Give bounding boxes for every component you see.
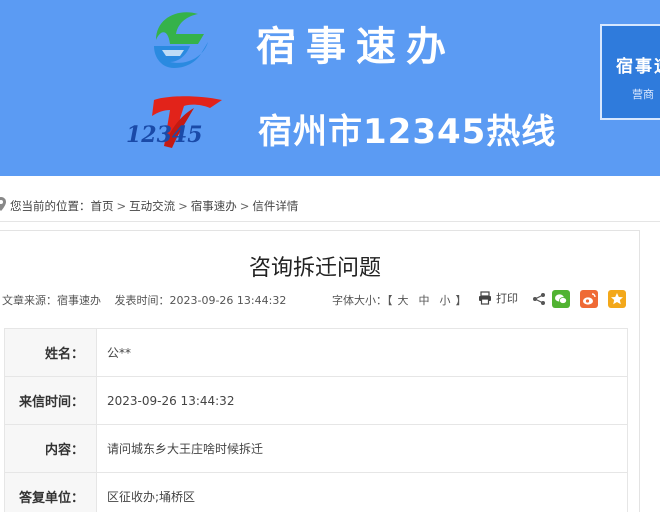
name-value: 公** [96, 328, 628, 377]
breadcrumb-separator: > [239, 199, 250, 213]
breadcrumb-interaction[interactable]: 互动交流 [129, 199, 175, 213]
breadcrumb-separator: > [178, 199, 188, 213]
font-size-control: 字体大小：【大中小】 [332, 292, 467, 308]
suzhou-service-logo-icon [154, 12, 208, 68]
print-label: 打印 [496, 292, 518, 305]
font-size-medium-button[interactable]: 中 [414, 294, 435, 307]
page-title: 咨询拆迁问题 [248, 256, 381, 281]
breadcrumb-quick-service[interactable]: 宿事速办 [191, 199, 237, 213]
letter-time-value: 2023-09-26 13:44:32 [96, 376, 628, 425]
font-size-large-button[interactable]: 大 [393, 294, 414, 307]
location-pin-icon [0, 197, 6, 211]
article-publish-time: 发表时间：2023-09-26 13:44:32 [114, 294, 287, 307]
table-row: 姓名： 公** [4, 328, 628, 377]
banner-subtitle: 宿州市12345热线 [258, 112, 557, 152]
breadcrumb-letter-detail[interactable]: 信件详情 [252, 199, 298, 213]
header-banner: 宿事速办 12345 宿州市12345热线 宿事速 营商 [0, 0, 660, 176]
letter-time-label: 来信时间： [4, 376, 97, 425]
content-label: 内容： [4, 424, 97, 473]
reply-unit-label: 答复单位： [4, 472, 97, 512]
content-value: 请问城东乡大王庄啥时候拆迁 [96, 424, 628, 473]
reply-unit-value: 区征收办;埇桥区 [96, 472, 628, 512]
font-size-bracket-close: 】 [455, 294, 467, 307]
name-label: 姓名： [4, 328, 97, 377]
font-size-label: 字体大小： [332, 294, 387, 307]
breadcrumb-home[interactable]: 首页 [91, 199, 114, 213]
logo-number: 12345 [126, 122, 203, 148]
article-source: 文章来源：宿事速办 [2, 294, 101, 307]
table-row: 内容： 请问城东乡大王庄啥时候拆迁 [4, 424, 628, 473]
breadcrumb-trail: 您当前的位置：首页 > 互动交流 > 宿事速办 > 信件详情 [10, 198, 298, 214]
breadcrumb-separator: > [116, 199, 127, 213]
breadcrumb: 您当前的位置：首页 > 互动交流 > 宿事速办 > 信件详情 [0, 190, 660, 222]
hotline-12345-logo-icon: 12345 [126, 96, 222, 148]
font-size-small-button[interactable]: 小 [435, 294, 456, 307]
favorite-star-icon[interactable] [608, 290, 626, 308]
printer-icon [479, 291, 491, 305]
breadcrumb-prefix: 您当前的位置： [10, 199, 91, 213]
side-card-subtitle: 营商 [632, 88, 654, 101]
letter-info-table: 姓名： 公** 来信时间： 2023-09-26 13:44:32 内容： 请问… [4, 328, 628, 512]
share-icon[interactable] [532, 292, 546, 306]
table-row: 答复单位： 区征收办;埇桥区 [4, 472, 628, 512]
side-card-title: 宿事速 [616, 57, 660, 77]
wechat-share-icon[interactable] [552, 290, 570, 308]
weibo-share-icon[interactable] [580, 290, 598, 308]
article-meta: 文章来源：宿事速办 发表时间：2023-09-26 13:44:32 [2, 292, 286, 308]
font-size-bracket-open: 【 [387, 294, 393, 307]
side-service-card[interactable]: 宿事速 营商 [600, 24, 660, 120]
table-row: 来信时间： 2023-09-26 13:44:32 [4, 376, 628, 425]
banner-title: 宿事速办 [256, 24, 456, 70]
print-button[interactable]: 打印 [478, 290, 518, 306]
